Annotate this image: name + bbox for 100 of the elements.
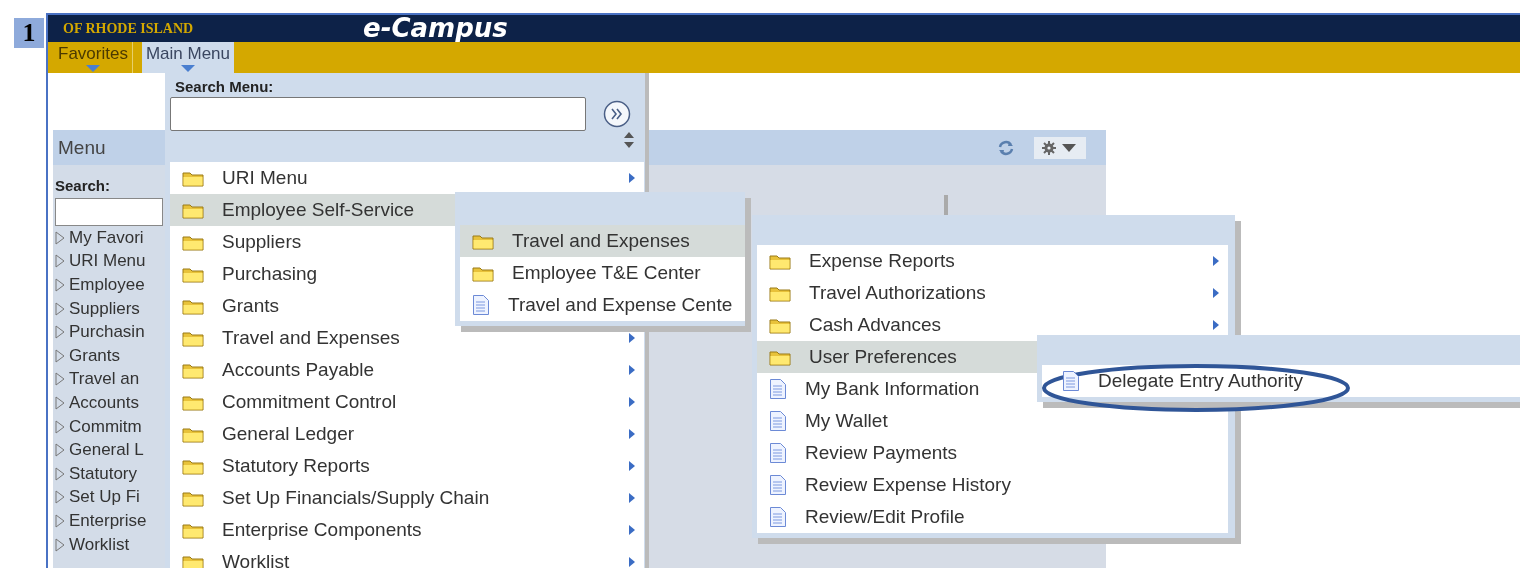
arrow-icon <box>628 172 636 184</box>
menu-item[interactable]: Accounts Payable <box>170 354 644 386</box>
go-button[interactable] <box>603 100 631 128</box>
expand-icon <box>55 395 65 410</box>
tree-item[interactable]: Statutory <box>69 463 138 484</box>
nav-tab[interactable]: Main Menu <box>141 42 235 73</box>
document-icon <box>769 378 787 400</box>
arrow-icon <box>1212 255 1220 267</box>
expand-icon <box>55 348 65 363</box>
tree-item[interactable]: Accounts <box>69 392 139 413</box>
search-field[interactable] <box>55 198 163 226</box>
tree-item[interactable]: Grants <box>69 345 121 366</box>
tree-item[interactable]: Suppliers <box>69 298 140 319</box>
menu-item[interactable]: Commitment Control <box>170 386 644 418</box>
menu-item[interactable]: Expense Reports <box>757 245 1228 277</box>
document-icon <box>1062 370 1080 392</box>
arrow-icon <box>628 460 636 472</box>
arrow-icon <box>628 492 636 504</box>
menu-item[interactable]: Review Expense History <box>757 469 1228 501</box>
tree-item[interactable]: General L <box>69 440 144 461</box>
sort-icon <box>623 131 635 149</box>
folder-icon <box>182 265 204 283</box>
document-icon <box>769 506 787 528</box>
menu-item[interactable]: Delegate Entry Authority <box>1042 365 1520 397</box>
menu-item[interactable]: Travel and Expense Cente <box>460 289 745 321</box>
folder-icon <box>769 348 791 366</box>
folder-icon <box>182 553 204 568</box>
menu-item[interactable]: Enterprise Components <box>170 514 644 546</box>
tree-item[interactable]: Employee <box>69 275 145 295</box>
search-menu-field[interactable] <box>170 97 586 131</box>
menu-item[interactable]: Review Payments <box>757 437 1228 469</box>
tree-item[interactable]: Set Up Fi <box>69 487 140 508</box>
menu-item[interactable]: Travel and Expenses <box>460 225 745 257</box>
search-menu-label: Search Menu: <box>175 78 275 95</box>
tree-item[interactable]: Travel an <box>69 369 140 390</box>
folder-icon <box>182 489 204 507</box>
expand-icon <box>55 372 65 387</box>
arrow-icon <box>628 364 636 376</box>
tree-item[interactable]: My Favori <box>69 227 144 248</box>
app-title: e-Campus <box>363 15 508 42</box>
folder-icon <box>182 233 204 251</box>
expand-icon <box>55 537 65 552</box>
org-name: OF RHODE ISLAND <box>63 20 195 37</box>
folder-icon <box>182 521 204 539</box>
folder-icon <box>472 232 494 250</box>
arrow-icon <box>628 332 636 344</box>
folder-icon <box>182 425 204 443</box>
folder-icon <box>182 329 204 347</box>
scrollbar <box>944 195 948 217</box>
menu-item[interactable]: Travel Authorizations <box>757 277 1228 309</box>
tree-item[interactable]: Enterprise <box>69 510 147 531</box>
expand-icon <box>55 419 65 434</box>
expand-icon <box>55 443 65 458</box>
arrow-icon <box>1212 319 1220 331</box>
tree-item[interactable]: URI Menu <box>69 251 146 272</box>
double-chevron-icon <box>603 100 631 128</box>
tree-item[interactable]: Purchasin <box>69 322 145 343</box>
folder-icon <box>769 316 791 334</box>
expand-icon <box>55 513 65 528</box>
arrow-icon <box>1212 287 1220 299</box>
folder-icon <box>182 361 204 379</box>
gear-icon <box>1042 140 1078 155</box>
menu-item[interactable]: Set Up Financials/Supply Chain <box>170 482 644 514</box>
folder-icon <box>182 169 204 187</box>
expand-icon <box>55 230 65 245</box>
menu-item[interactable]: Employee T&E Center <box>460 257 745 289</box>
arrow-icon <box>628 396 636 408</box>
menu-item[interactable]: Review/Edit Profile <box>757 501 1228 533</box>
expand-icon <box>55 254 65 269</box>
folder-icon <box>182 201 204 219</box>
refresh-icon <box>996 138 1016 157</box>
document-icon <box>769 410 787 432</box>
expand-icon <box>55 466 65 481</box>
menu-item[interactable]: Statutory Reports <box>170 450 644 482</box>
settings-button[interactable] <box>1034 136 1086 159</box>
search-label: Search: <box>55 177 112 194</box>
caret-icon <box>85 65 100 72</box>
tree-item[interactable]: Worklist <box>69 534 130 555</box>
document-icon <box>769 442 787 464</box>
document-icon <box>472 294 490 316</box>
menu-item[interactable]: My Wallet <box>757 405 1228 437</box>
nav-tab[interactable]: Favorites <box>54 42 133 73</box>
panel-title: Menu <box>58 136 106 159</box>
folder-icon <box>182 393 204 411</box>
expand-icon <box>55 325 65 340</box>
arrow-icon <box>628 556 636 568</box>
tree-item[interactable]: Commitm <box>69 416 142 437</box>
folder-icon <box>182 457 204 475</box>
menu-item[interactable]: Cash Advances <box>757 309 1228 341</box>
folder-icon <box>472 264 494 282</box>
expand-icon <box>55 301 65 316</box>
folder-icon <box>182 297 204 315</box>
menu-item[interactable]: General Ledger <box>170 418 644 450</box>
menu-item[interactable]: Worklist <box>170 546 644 568</box>
arrow-icon <box>628 428 636 440</box>
arrow-icon <box>628 524 636 536</box>
menu-item[interactable]: Travel and Expenses <box>170 322 644 354</box>
document-icon <box>769 474 787 496</box>
menu-item[interactable]: URI Menu <box>170 162 644 194</box>
expand-icon <box>55 278 65 292</box>
